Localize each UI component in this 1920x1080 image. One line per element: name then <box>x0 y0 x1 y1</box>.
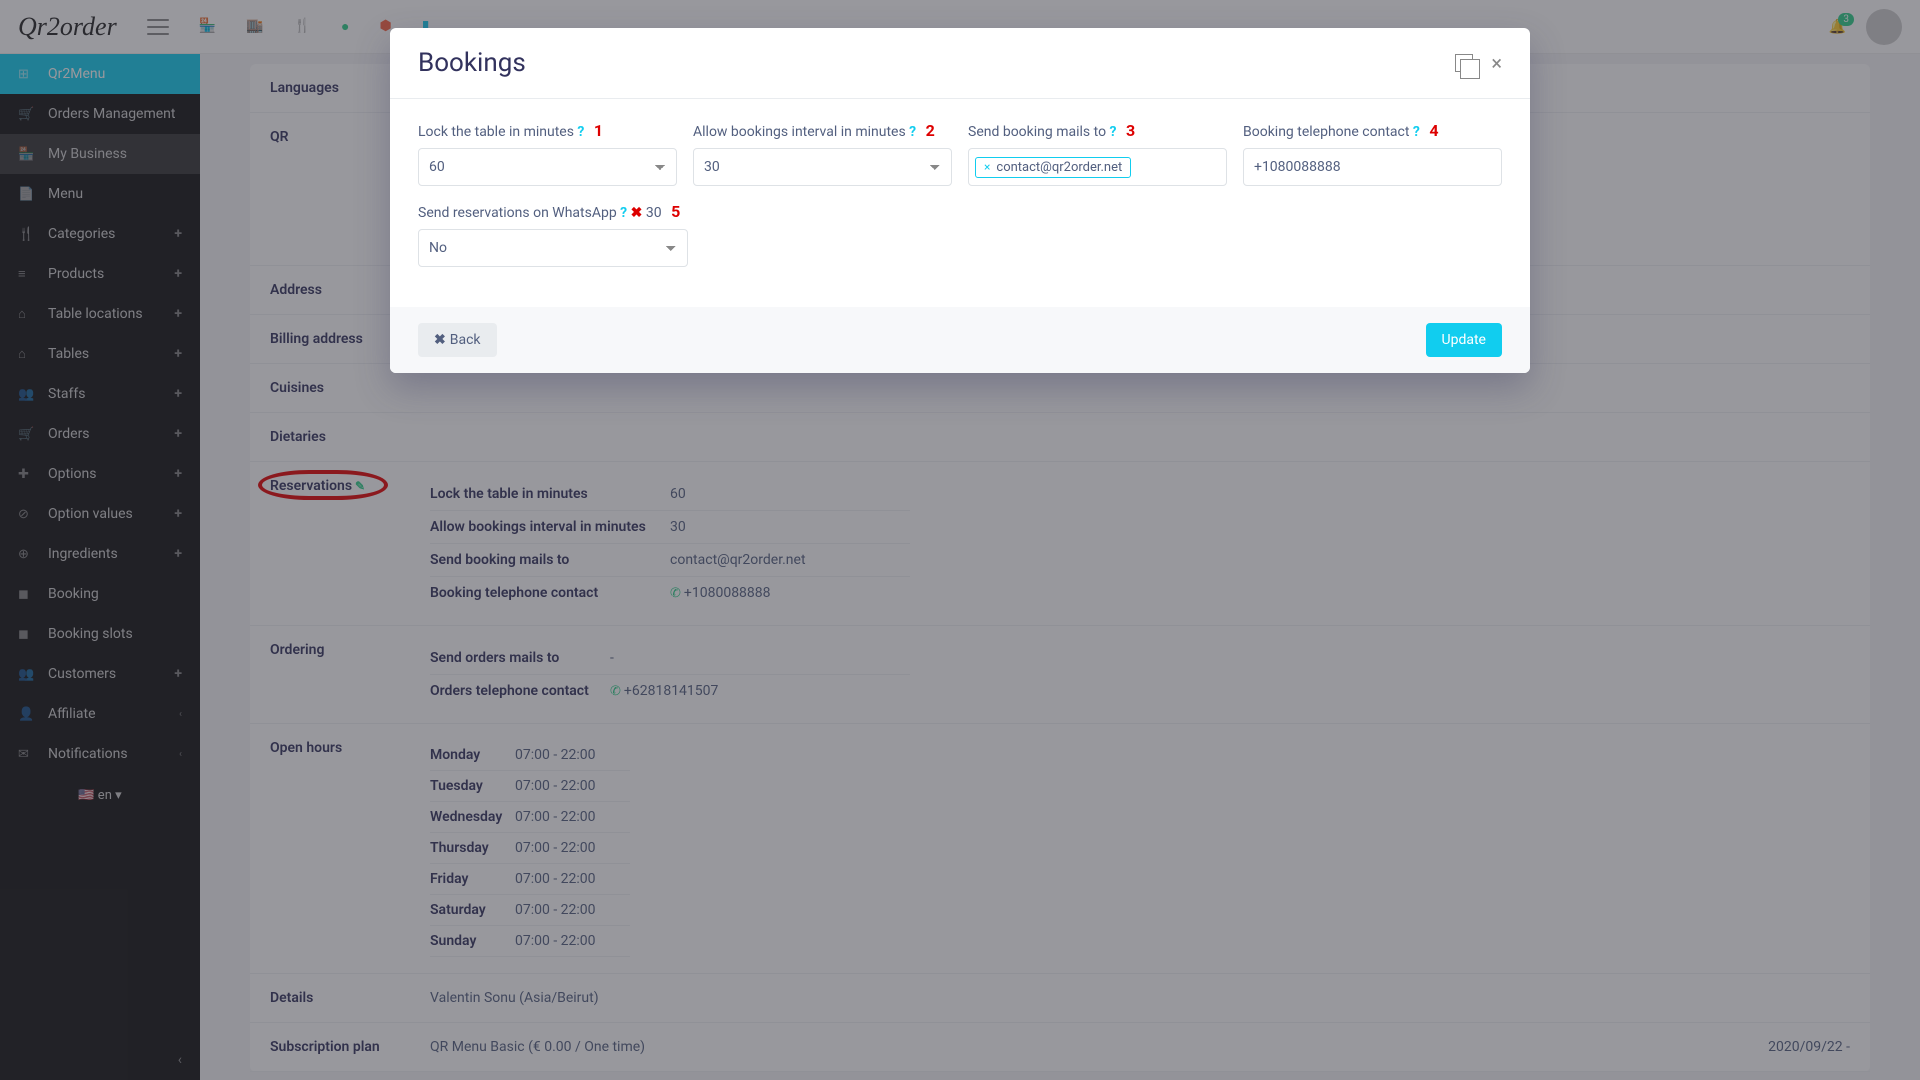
help-icon[interactable]: ? <box>1413 124 1420 140</box>
interval-label: Allow bookings interval in minutes ? 2 <box>693 121 952 140</box>
help-icon[interactable]: ? <box>620 205 627 221</box>
bookings-modal: Bookings × Lock the table in minutes ? 1… <box>390 28 1530 373</box>
annotation-number: 4 <box>1429 121 1438 140</box>
email-tag: ×contact@qr2order.net <box>975 157 1131 178</box>
update-button[interactable]: Update <box>1426 323 1502 357</box>
phone-label: Booking telephone contact ? 4 <box>1243 121 1502 140</box>
help-icon[interactable]: ? <box>577 124 584 140</box>
help-icon[interactable]: ? <box>909 124 916 140</box>
close-icon[interactable]: × <box>1491 51 1502 75</box>
annotation-number: 2 <box>926 121 935 140</box>
annotation-number: 5 <box>671 202 680 221</box>
mails-input[interactable]: ×contact@qr2order.net <box>968 148 1227 186</box>
copy-icon[interactable] <box>1455 54 1473 72</box>
lock-select[interactable]: 60 <box>418 148 677 186</box>
lock-label: Lock the table in minutes ? 1 <box>418 121 677 140</box>
whatsapp-label: Send reservations on WhatsApp ? ✖ 30 5 <box>418 202 688 221</box>
annotation-number: 3 <box>1126 121 1135 140</box>
modal-title: Bookings <box>418 48 526 78</box>
tag-remove-icon[interactable]: × <box>984 160 990 174</box>
annotation-number: 1 <box>594 121 603 140</box>
mails-label: Send booking mails to ? 3 <box>968 121 1227 140</box>
interval-select[interactable]: 30 <box>693 148 952 186</box>
x-icon: ✖ <box>631 205 643 221</box>
help-icon[interactable]: ? <box>1110 124 1117 140</box>
whatsapp-select[interactable]: No <box>418 229 688 267</box>
phone-input[interactable] <box>1243 148 1502 186</box>
back-button[interactable]: ✖Back <box>418 323 497 357</box>
